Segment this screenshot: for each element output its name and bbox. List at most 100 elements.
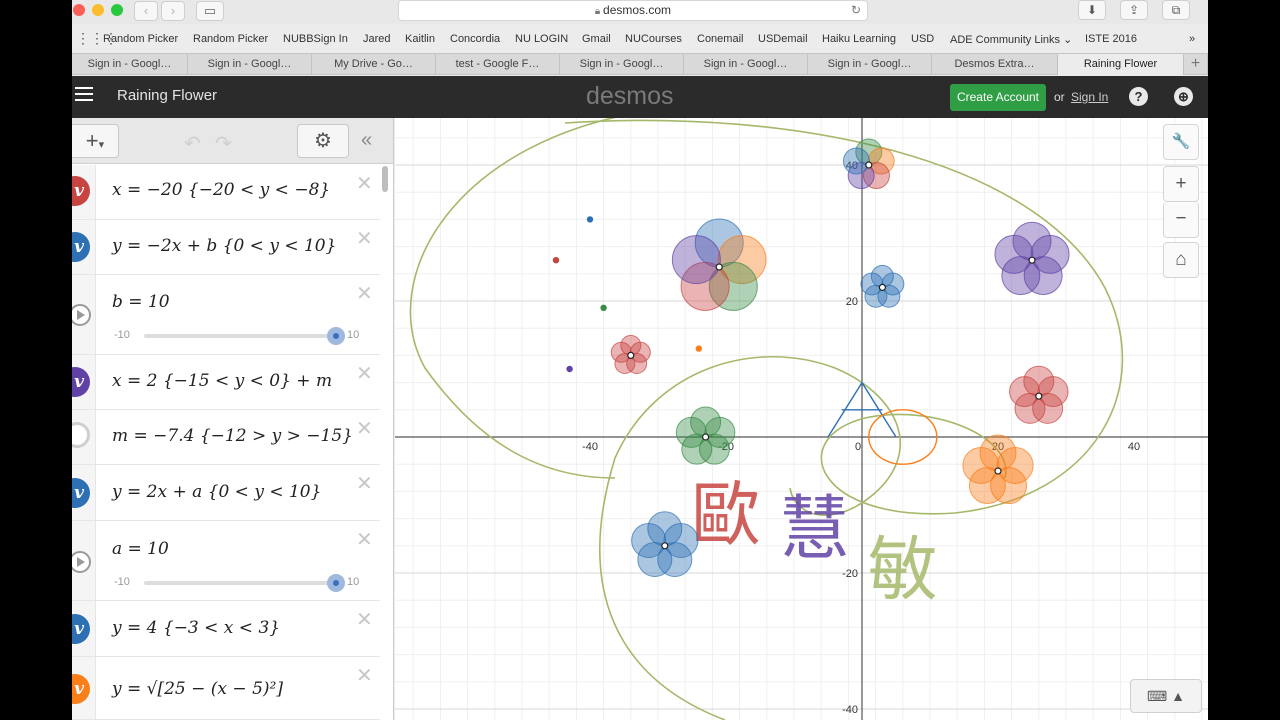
settings-gear-icon[interactable]: ⚙ (297, 124, 349, 158)
expression-latex[interactable]: y = −2x + b {0 < y < 10} (112, 236, 336, 256)
browser-tab-active[interactable]: Raining Flower (1058, 54, 1184, 75)
delete-expression-icon[interactable]: ✕ (356, 607, 373, 632)
share-icon[interactable]: ⇪ (1120, 0, 1148, 20)
bookmark-item[interactable]: Gmail (582, 33, 611, 45)
browser-tab[interactable]: Sign in - Googl… (560, 54, 684, 75)
bookmark-item[interactable]: Haiku Learning (822, 33, 896, 45)
reload-icon[interactable]: ↻ (851, 1, 861, 20)
bookmark-item[interactable]: Jared (363, 33, 391, 45)
close-window-icon[interactable] (73, 4, 85, 16)
expression-row[interactable]: v x = 2 {−15 < y < 0} + m ✕ (72, 355, 380, 410)
graph-paper[interactable]: -40-200204060604020-20-40 歐慧敏 🔧 + − ⌂ ⌨ … (395, 118, 1208, 720)
expression-latex[interactable]: y = √[25 − (x − 5)²] (112, 679, 283, 699)
slider-thumb[interactable] (327, 327, 345, 345)
bookmark-item[interactable]: Kaitlin (405, 33, 435, 45)
expression-latex[interactable]: x = 2 {−15 < y < 0} + m (112, 371, 332, 391)
bookmark-item[interactable]: Random Picker (103, 33, 178, 45)
expression-latex[interactable]: x = −20 {−20 < y < −8} (112, 180, 330, 200)
collapse-panel-icon[interactable]: « (361, 129, 372, 152)
y-tick-label: 20 (846, 296, 858, 308)
browser-tab[interactable]: My Drive - Go… (312, 54, 436, 75)
bookmark-item[interactable]: Concordia (450, 33, 500, 45)
flower-center (994, 467, 1002, 475)
slider-max[interactable]: 10 (347, 329, 359, 341)
delete-expression-icon[interactable]: ✕ (356, 416, 373, 441)
bookmark-item[interactable]: ADE Community Links ⌄ (950, 33, 1072, 46)
delete-expression-icon[interactable]: ✕ (356, 281, 373, 306)
lock-icon: 🔒︎ (594, 6, 604, 17)
create-account-button[interactable]: Create Account (950, 84, 1046, 111)
add-expression-button[interactable]: +▾ (72, 124, 119, 158)
forward-button[interactable]: › (161, 1, 185, 21)
minimize-window-icon[interactable] (92, 4, 104, 16)
globe-icon[interactable]: ⊕ (1174, 87, 1193, 106)
bookmark-item[interactable]: Random Picker (193, 33, 268, 45)
bookmark-item[interactable]: USDemail (758, 33, 808, 45)
address-bar[interactable]: 🔒︎ desmos.com ↻ (398, 0, 868, 21)
home-button[interactable]: ⌂ (1163, 242, 1199, 278)
expression-row[interactable]: v y = −2x + b {0 < y < 10} ✕ (72, 220, 380, 275)
wrench-icon[interactable]: 🔧 (1163, 124, 1199, 160)
menu-icon[interactable] (75, 87, 93, 103)
expression-row[interactable]: m = −7.4 {−12 > y > −15} ✕ (72, 410, 380, 465)
zoom-in-button[interactable]: + (1163, 166, 1199, 202)
expression-latex[interactable]: a = 10 (112, 539, 169, 559)
graph-title[interactable]: Raining Flower (117, 87, 217, 104)
delete-expression-icon[interactable]: ✕ (356, 527, 373, 552)
bookmark-item[interactable]: NU LOGIN (515, 33, 568, 45)
expression-latex[interactable]: y = 2x + a {0 < y < 10} (112, 482, 321, 502)
expression-row[interactable]: v y = 2x + a {0 < y < 10} ✕ (72, 465, 380, 521)
bookmark-item[interactable]: NUBBSign In (283, 33, 348, 45)
slider-min[interactable]: -10 (114, 576, 130, 588)
browser-tab[interactable]: Sign in - Googl… (808, 54, 932, 75)
delete-expression-icon[interactable]: ✕ (356, 471, 373, 496)
slider-track[interactable] (144, 334, 336, 338)
browser-tab[interactable]: Sign in - Googl… (72, 54, 188, 75)
expression-latex[interactable]: y = 4 {−3 < x < 3} (112, 618, 280, 638)
delete-expression-icon[interactable]: ✕ (356, 361, 373, 386)
redo-icon[interactable]: ↷ (215, 131, 232, 156)
help-icon[interactable]: ? (1129, 87, 1148, 106)
x-tick-label: -40 (582, 441, 598, 453)
slider-row[interactable]: b = 10 ✕ -10 10 (72, 275, 380, 355)
expression-latex[interactable]: b = 10 (112, 292, 170, 312)
slider-max[interactable]: 10 (347, 576, 359, 588)
downloads-icon[interactable]: ⬇ (1078, 0, 1106, 20)
scrollbar[interactable] (382, 166, 388, 192)
tab-overview-icon[interactable]: ⧉ (1162, 0, 1190, 20)
browser-tab[interactable]: test - Google F… (436, 54, 560, 75)
expression-row[interactable]: v x = −20 {−20 < y < −8} ✕ (72, 165, 380, 220)
bookmark-item[interactable]: ISTE 2016 (1085, 33, 1137, 45)
expression-latex[interactable]: m = −7.4 {−12 > y > −15} (112, 426, 353, 446)
maximize-window-icon[interactable] (111, 4, 123, 16)
flower-petal (610, 341, 632, 363)
slider-track[interactable] (144, 581, 336, 585)
sidebar-toggle-icon[interactable]: ▭ (196, 1, 224, 21)
undo-icon[interactable]: ↶ (184, 131, 201, 156)
graph-canvas[interactable]: -40-200204060604020-20-40 歐慧敏 (395, 118, 1208, 720)
delete-expression-icon[interactable]: ✕ (356, 226, 373, 251)
new-tab-icon[interactable]: + (1184, 54, 1208, 75)
slider-thumb[interactable] (327, 574, 345, 592)
bookmark-item[interactable]: USD (911, 33, 934, 45)
slider-row[interactable]: a = 10 ✕ -10 10 (72, 521, 380, 601)
browser-tab[interactable]: Desmos Extra… (932, 54, 1058, 75)
tick-labels: -40-200204060604020-20-40 (582, 160, 1140, 716)
bookmark-item[interactable]: Conemail (697, 33, 743, 45)
x-tick-label: 40 (1128, 441, 1140, 453)
spiral-curve (409, 118, 617, 479)
expression-row[interactable]: v y = √[25 − (x − 5)²] ✕ (72, 657, 380, 720)
browser-tab[interactable]: Sign in - Googl… (188, 54, 312, 75)
expression-row[interactable]: v y = 4 {−3 < x < 3} ✕ (72, 601, 380, 657)
slider-min[interactable]: -10 (114, 329, 130, 341)
delete-expression-icon[interactable]: ✕ (356, 663, 373, 688)
x-tick-label: 0 (855, 441, 861, 453)
sign-in-link[interactable]: Sign In (1071, 90, 1108, 104)
back-button[interactable]: ‹ (134, 1, 158, 21)
zoom-out-button[interactable]: − (1163, 202, 1199, 238)
browser-tab[interactable]: Sign in - Googl… (684, 54, 808, 75)
more-bookmarks-icon[interactable]: » (1189, 33, 1195, 45)
delete-expression-icon[interactable]: ✕ (356, 171, 373, 196)
keyboard-toggle-button[interactable]: ⌨ ▲ (1130, 679, 1202, 713)
bookmark-item[interactable]: NUCourses (625, 33, 682, 45)
